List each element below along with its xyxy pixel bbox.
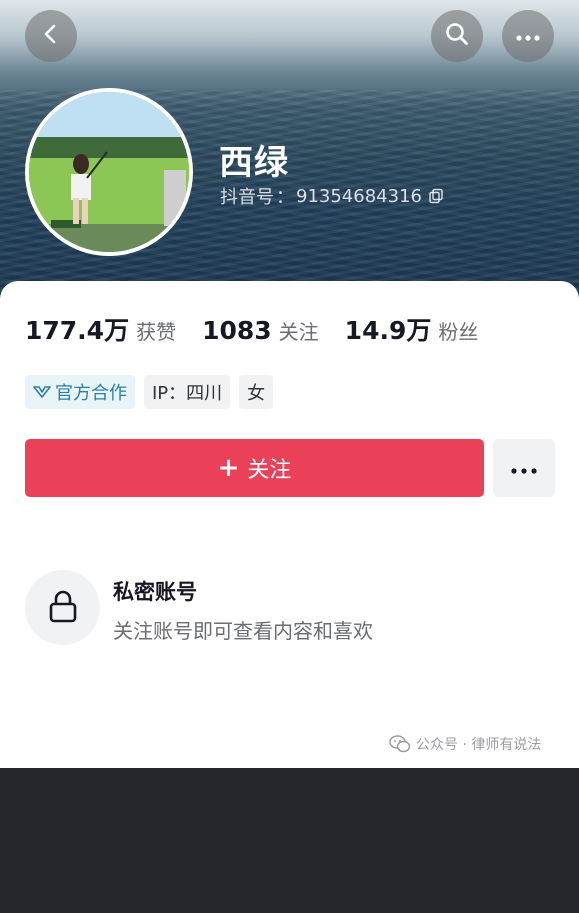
stat-following-label: 关注 bbox=[278, 320, 319, 344]
profile-card: 177.4万 获赞 1083 关注 14.9万 粉丝 官方合作 IP：四川 女 … bbox=[0, 281, 579, 768]
plus-icon: + bbox=[217, 453, 240, 483]
follow-more-button[interactable] bbox=[493, 439, 555, 497]
stat-followers[interactable]: 14.9万 粉丝 bbox=[345, 311, 479, 347]
stat-following[interactable]: 1083 关注 bbox=[202, 316, 319, 345]
stat-likes-label: 获赞 bbox=[136, 320, 177, 344]
private-account-title: 私密账号 bbox=[113, 580, 197, 604]
douyin-id[interactable]: 抖音号 ： 91354684316 bbox=[220, 183, 444, 209]
official-cooperation-tag[interactable]: 官方合作 bbox=[25, 375, 135, 409]
more-options-button[interactable] bbox=[502, 10, 554, 62]
follow-button-label: 关注 bbox=[247, 458, 292, 483]
bottom-blank-area bbox=[0, 768, 579, 913]
avatar[interactable] bbox=[25, 88, 193, 256]
stat-likes[interactable]: 177.4万 获赞 bbox=[25, 311, 176, 347]
official-cooperation-icon bbox=[33, 385, 51, 399]
wechat-icon bbox=[389, 735, 411, 753]
gender-tag: 女 bbox=[239, 375, 274, 409]
douyin-id-value: 91354684316 bbox=[296, 185, 422, 207]
stats-row: 177.4万 获赞 1083 关注 14.9万 粉丝 bbox=[25, 311, 504, 347]
profile-name: 西绿 bbox=[219, 143, 289, 183]
copy-icon[interactable] bbox=[428, 188, 444, 204]
back-button[interactable] bbox=[25, 10, 77, 62]
stat-following-value: 1083 bbox=[202, 316, 272, 345]
stat-likes-value: 177.4万 bbox=[25, 316, 130, 345]
douyin-id-label: 抖音号 bbox=[220, 187, 274, 208]
search-icon bbox=[444, 21, 470, 51]
watermark-text: 公众号 · 律师有说法 bbox=[416, 737, 542, 753]
stat-followers-value: 14.9万 bbox=[344, 316, 432, 345]
official-cooperation-label: 官方合作 bbox=[55, 383, 127, 404]
lock-badge bbox=[25, 570, 100, 645]
search-button[interactable] bbox=[431, 10, 483, 62]
lock-icon bbox=[47, 588, 79, 628]
private-account-description: 关注账号即可查看内容和喜欢 bbox=[113, 619, 373, 643]
ip-location-tag: IP：四川 bbox=[144, 375, 231, 409]
watermark: 公众号 · 律师有说法 bbox=[389, 734, 541, 754]
follow-button[interactable]: + 关注 bbox=[25, 439, 484, 497]
back-icon bbox=[40, 23, 62, 49]
more-icon bbox=[510, 459, 538, 478]
douyin-id-separator: ： bbox=[276, 187, 294, 208]
more-icon bbox=[515, 27, 541, 46]
profile-tags: 官方合作 IP：四川 女 bbox=[25, 375, 282, 409]
stat-followers-label: 粉丝 bbox=[438, 320, 479, 344]
